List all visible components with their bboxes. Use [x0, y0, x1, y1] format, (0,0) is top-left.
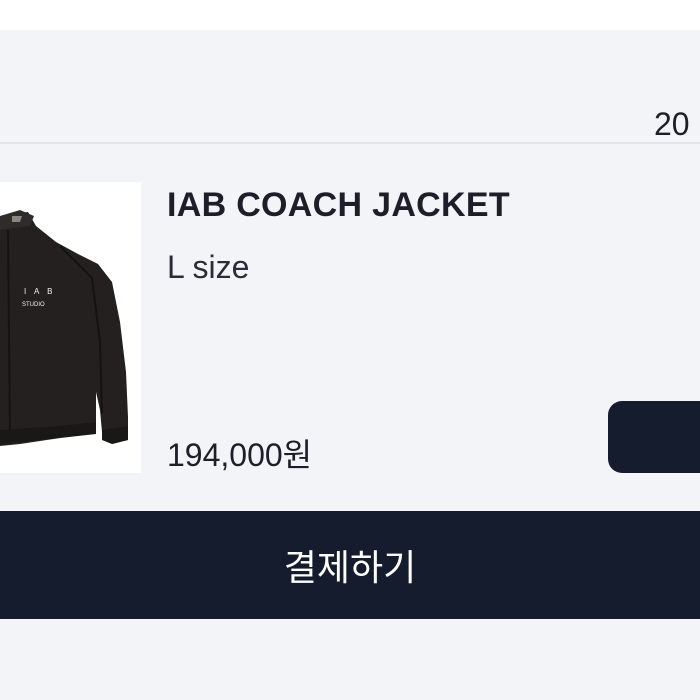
product-title[interactable]: IAB COACH JACKET	[167, 186, 510, 225]
header-date: 20	[654, 106, 690, 142]
svg-text:STUDIO: STUDIO	[22, 302, 45, 308]
top-strip	[0, 0, 700, 30]
checkout-button[interactable]: 결제하기	[0, 511, 700, 619]
checkout-button-label: 결제하기	[283, 547, 417, 588]
side-action-button[interactable]	[608, 401, 700, 473]
header-bar: 20	[0, 30, 700, 144]
product-price: 194,000원	[167, 437, 313, 473]
jacket-photo-icon: I A B STUDIO	[0, 182, 141, 473]
product-option: L size	[167, 249, 250, 285]
product-image[interactable]: I A B STUDIO	[0, 182, 141, 473]
svg-text:I A B: I A B	[24, 287, 55, 296]
